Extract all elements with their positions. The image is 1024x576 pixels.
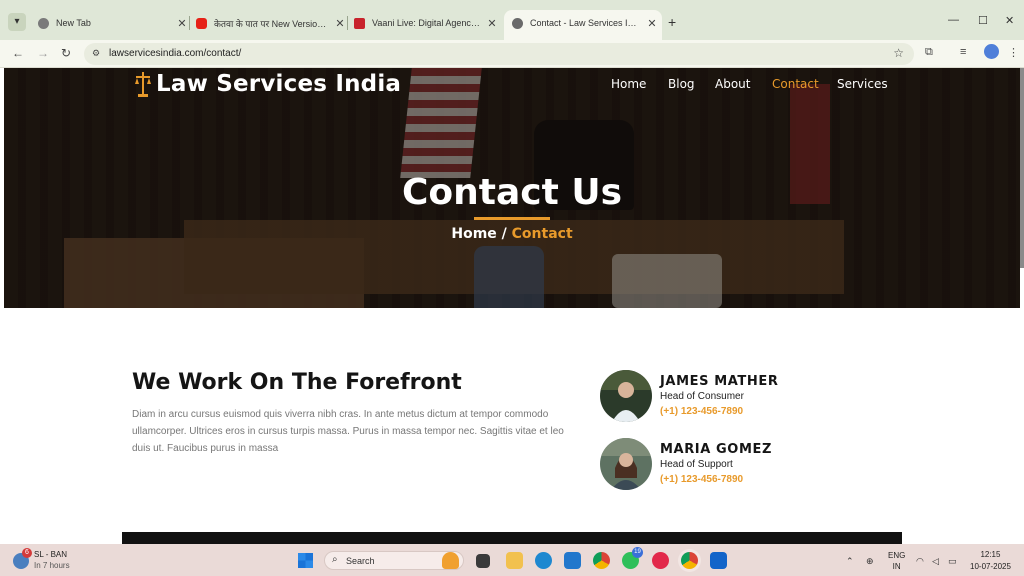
volume-icon[interactable]: ◁ bbox=[932, 556, 939, 567]
person-photo bbox=[600, 370, 652, 422]
person-role: Head of Consumer bbox=[660, 391, 744, 402]
close-icon[interactable]: ✕ bbox=[176, 17, 188, 30]
chrome-icon bbox=[38, 17, 49, 29]
bookmark-star-icon[interactable]: ☆ bbox=[893, 46, 904, 60]
minimize-icon[interactable]: — bbox=[948, 14, 959, 26]
section-text: Diam in arcu cursus euismod quis viverra… bbox=[132, 409, 564, 454]
close-icon[interactable]: ✕ bbox=[646, 17, 658, 30]
weather-subtitle: In 7 hours bbox=[34, 561, 70, 570]
scales-of-justice-icon bbox=[135, 72, 151, 97]
person-phone[interactable]: (+1) 123-456-7890 bbox=[660, 474, 743, 485]
task-view-icon[interactable] bbox=[476, 554, 490, 568]
tray-network-app-icon[interactable]: ⊕ bbox=[866, 556, 874, 567]
person-photo bbox=[600, 438, 652, 490]
whatsapp-badge: 19 bbox=[632, 547, 643, 558]
tab-vaani[interactable]: Vaani Live: Digital Agency, Web ✕ bbox=[354, 12, 498, 34]
close-icon[interactable]: ✕ bbox=[486, 17, 498, 30]
hero-banner: Law Services India Home Blog About Conta… bbox=[4, 68, 1020, 308]
window-close-icon[interactable]: ✕ bbox=[1005, 14, 1014, 27]
tab-new-tab[interactable]: New Tab ✕ bbox=[38, 12, 188, 34]
battery-icon[interactable]: ▭ bbox=[948, 556, 957, 567]
media-icon[interactable]: ≡ bbox=[960, 46, 966, 58]
contact-person-card: JAMES MATHER Head of Consumer (+1) 123-4… bbox=[600, 370, 860, 424]
weather-badge: 6 bbox=[22, 548, 32, 558]
clock[interactable]: 12:15 10-07-2025 bbox=[970, 549, 1011, 573]
maximize-icon[interactable]: ☐ bbox=[978, 14, 988, 27]
breadcrumb: Home / Contact bbox=[4, 226, 1020, 242]
tab-youtube[interactable]: केतवा के पात पर New Version, Ka ✕ bbox=[196, 12, 346, 34]
breadcrumb-home[interactable]: Home / bbox=[451, 226, 506, 242]
nav-contact[interactable]: Contact bbox=[772, 77, 819, 91]
page-title: Contact Us bbox=[401, 172, 623, 213]
person-name: MARIA GOMEZ bbox=[660, 442, 772, 457]
profile-avatar[interactable] bbox=[984, 44, 999, 59]
new-tab-button[interactable]: + bbox=[668, 14, 676, 30]
chrome-icon[interactable] bbox=[593, 552, 610, 569]
chrome-active-icon[interactable] bbox=[681, 552, 698, 569]
web-page: Law Services India Home Blog About Conta… bbox=[4, 68, 1020, 544]
site-logo[interactable]: Law Services India bbox=[134, 70, 401, 98]
language-indicator[interactable]: ENG IN bbox=[888, 550, 905, 572]
clock-date: 10-07-2025 bbox=[970, 562, 1011, 571]
browser-tab-bar: ▾ New Tab ✕ केतवा के पात पर New Version,… bbox=[0, 0, 1024, 40]
forward-icon[interactable]: → bbox=[37, 46, 49, 60]
windows-start-icon[interactable] bbox=[298, 553, 313, 568]
address-bar[interactable]: ⚙ lawservicesindia.com/contact/ ☆ bbox=[84, 43, 914, 65]
site-info-icon[interactable]: ⚙ bbox=[92, 48, 104, 60]
copilot-icon[interactable] bbox=[442, 552, 459, 569]
tab-title: Contact - Law Services India bbox=[530, 18, 640, 28]
nav-about[interactable]: About bbox=[715, 77, 750, 91]
weather-title[interactable]: SL - BAN bbox=[34, 550, 67, 559]
back-icon[interactable]: ← bbox=[12, 46, 24, 60]
windows-taskbar: 6 SL - BAN In 7 hours ⌕ Search 19 ⌃ ⊕ EN… bbox=[0, 544, 1024, 576]
outlook-icon[interactable] bbox=[710, 552, 727, 569]
tab-contact[interactable]: Contact - Law Services India ✕ bbox=[512, 12, 658, 34]
nav-home[interactable]: Home bbox=[611, 77, 646, 91]
section-title: We Work On The Forefront bbox=[132, 370, 462, 395]
tab-title: केतवा के पात पर New Version, Ka bbox=[214, 18, 328, 29]
lang-top: ENG bbox=[888, 551, 906, 560]
close-icon[interactable]: ✕ bbox=[334, 17, 346, 30]
browser-menu-icon[interactable]: ⋮ bbox=[1008, 46, 1019, 59]
music-icon[interactable] bbox=[652, 552, 669, 569]
person-name: JAMES MATHER bbox=[660, 374, 779, 389]
tray-chevron-icon[interactable]: ⌃ bbox=[846, 556, 854, 567]
youtube-icon bbox=[196, 17, 207, 29]
tab-title: New Tab bbox=[56, 18, 91, 28]
wifi-icon[interactable]: ◠ bbox=[916, 556, 924, 567]
title-underline bbox=[474, 217, 550, 220]
tab-search-icon[interactable]: ▾ bbox=[8, 13, 26, 31]
nav-blog[interactable]: Blog bbox=[668, 77, 695, 91]
dark-section-top bbox=[122, 532, 902, 544]
edge-icon[interactable] bbox=[535, 552, 552, 569]
tab-title: Vaani Live: Digital Agency, Web bbox=[372, 18, 480, 28]
person-role: Head of Support bbox=[660, 459, 733, 470]
vaani-icon bbox=[354, 17, 365, 29]
logo-text[interactable]: Law Services India bbox=[156, 71, 401, 97]
search-icon: ⌕ bbox=[332, 554, 338, 565]
file-explorer-icon[interactable] bbox=[506, 552, 523, 569]
clock-time: 12:15 bbox=[980, 550, 1001, 559]
contact-person-card: MARIA GOMEZ Head of Support (+1) 123-456… bbox=[600, 438, 860, 492]
extensions-icon[interactable]: ⧉ bbox=[925, 46, 933, 59]
breadcrumb-current: Contact bbox=[511, 226, 573, 242]
url-text[interactable]: lawservicesindia.com/contact/ bbox=[109, 48, 241, 59]
browser-toolbar: ← → ↻ ⚙ lawservicesindia.com/contact/ ☆ … bbox=[0, 40, 1024, 68]
nav-services[interactable]: Services bbox=[837, 77, 888, 91]
reload-icon[interactable]: ↻ bbox=[61, 46, 71, 60]
vscode-icon[interactable] bbox=[564, 552, 581, 569]
lang-bottom: IN bbox=[892, 562, 901, 571]
person-phone[interactable]: (+1) 123-456-7890 bbox=[660, 406, 743, 417]
globe-icon bbox=[512, 17, 523, 29]
search-label: Search bbox=[346, 556, 375, 566]
page-scrollbar[interactable] bbox=[1020, 68, 1024, 268]
